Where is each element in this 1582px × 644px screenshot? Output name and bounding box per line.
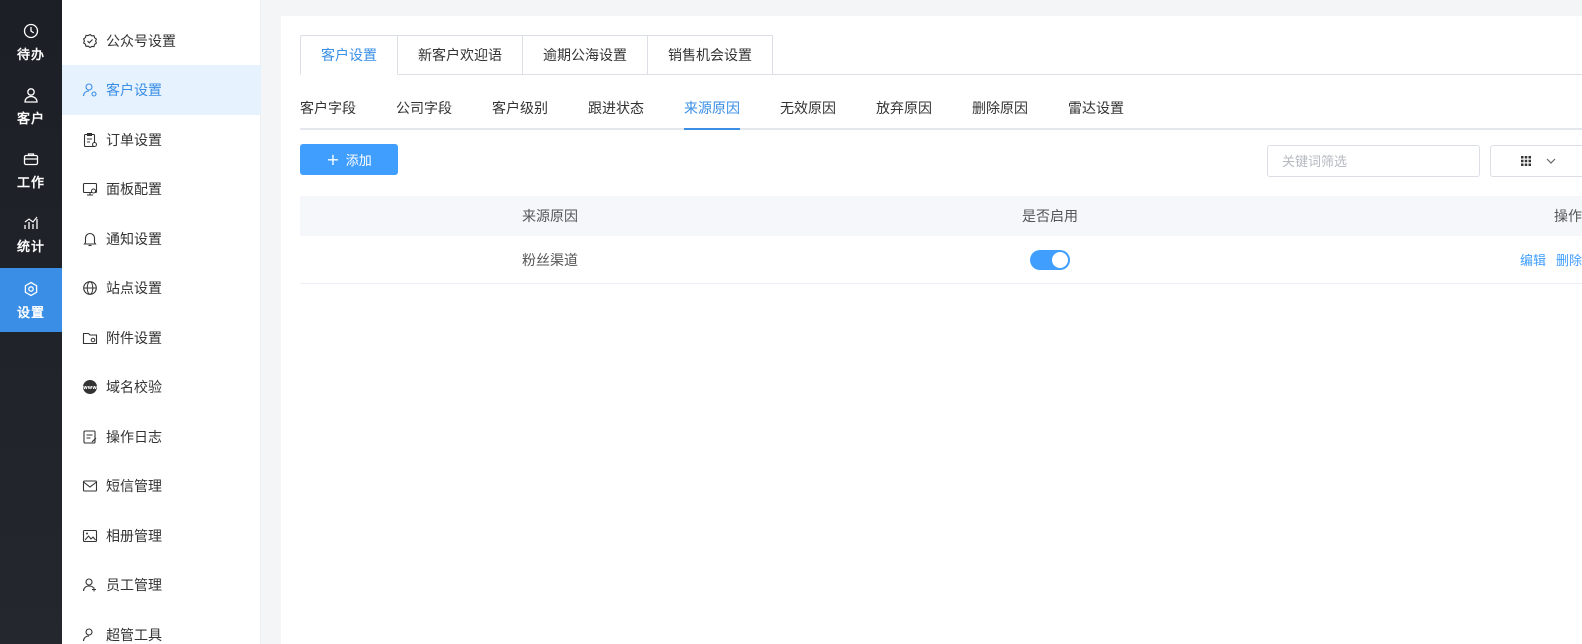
rail-item-label: 工作 [16,175,45,191]
sidebar-item-label: 公众号设置 [106,34,176,50]
sidebar-item-label: 超管工具 [106,628,162,644]
sidebar-item-admin-tools[interactable]: 超管工具 [62,610,261,644]
sidebar-item-attachment[interactable]: 附件设置 [62,313,261,363]
sidebar-item-order-settings[interactable]: 订单设置 [62,115,261,165]
sidebar-item-operation-log[interactable]: 操作日志 [62,412,261,462]
column-view-dropdown[interactable] [1490,145,1582,177]
tab-new-customer-welcome[interactable]: 新客户欢迎语 [398,35,523,75]
sidebar-item-label: 附件设置 [106,331,162,347]
sidebar-item-panel-config[interactable]: 面板配置 [62,164,261,214]
sidebar-item-label: 通知设置 [106,232,162,248]
table-header: 来源原因 是否启用 操作 [300,196,1582,236]
enabled-toggle[interactable] [1030,249,1070,270]
subtab-customer-level[interactable]: 客户级别 [492,98,548,128]
log-icon [83,430,97,444]
rail-item-label: 待办 [16,47,45,63]
bell-icon [83,232,97,247]
settings-sidebar: 公众号设置 客户设置 订单设置 面板配置 通知设置 站点设置 附件设置 www [62,0,261,644]
top-tab-bar: 客户设置 新客户欢迎语 逾期公海设置 销售机会设置 [300,35,773,75]
subtab-invalid-reason[interactable]: 无效原因 [780,98,836,128]
sidebar-item-site-settings[interactable]: 站点设置 [62,263,261,313]
tab-sales-opportunity-settings[interactable]: 销售机会设置 [648,35,773,75]
rail-item-work[interactable]: 工作 [0,138,62,202]
svg-text:www: www [83,385,97,391]
user-icon [24,87,38,103]
clipboard-icon [83,132,97,148]
cell-reason: 粉丝渠道 [522,252,578,269]
keyword-filter-input[interactable] [1267,145,1480,177]
monitor-icon [82,182,98,196]
rail-item-label: 设置 [16,305,45,321]
sidebar-item-notification[interactable]: 通知设置 [62,214,261,264]
folder-icon [82,332,98,345]
sidebar-item-label: 相册管理 [106,529,162,545]
image-icon [82,529,98,543]
sidebar-item-sms[interactable]: 短信管理 [62,461,261,511]
sidebar-item-label: 面板配置 [106,182,162,198]
edit-link[interactable]: 编辑 [1520,254,1546,269]
header-enabled: 是否启用 [1022,209,1078,225]
table-row: 粉丝渠道 编辑 删除 [300,236,1582,284]
main-panel: 客户设置 新客户欢迎语 逾期公海设置 销售机会设置 客户字段 公司字段 客户级别… [281,16,1582,644]
sidebar-item-label: 短信管理 [106,479,162,495]
gear-icon [24,281,38,296]
sidebar-item-label: 站点设置 [106,281,162,297]
tab-overdue-pool-settings[interactable]: 逾期公海设置 [523,35,648,75]
app-root: 待办 客户 工作 统计 设置 公众号设置 客户设置 订单设置 面板配置 通知设置… [0,0,1582,644]
subtab-follow-status[interactable]: 跟进状态 [588,98,644,128]
badge-check-icon [82,33,98,49]
add-button-label: 添加 [345,154,372,169]
rail-item-todo[interactable]: 待办 [0,10,62,74]
plus-icon: + [326,149,340,169]
delete-link[interactable]: 删除 [1556,254,1582,269]
sidebar-item-label: 订单设置 [106,133,162,149]
cell-actions: 编辑 删除 [1300,250,1582,269]
subtab-source-reason[interactable]: 来源原因 [684,98,740,130]
sidebar-item-label: 操作日志 [106,430,162,446]
rail-item-stats[interactable]: 统计 [0,202,62,266]
rail-item-label: 客户 [16,111,45,127]
subtab-company-fields[interactable]: 公司字段 [396,98,452,128]
chevron-down-icon [1546,158,1556,164]
sidebar-item-staff[interactable]: 员工管理 [62,560,261,610]
sub-tab-bar: 客户字段 公司字段 客户级别 跟进状态 来源原因 无效原因 放弃原因 删除原因 … [300,98,1582,130]
subtab-delete-reason[interactable]: 删除原因 [972,98,1028,128]
rail-item-customer[interactable]: 客户 [0,74,62,138]
user-settings-icon [82,83,97,97]
top-tab-divider [769,74,1582,75]
rail-item-settings[interactable]: 设置 [0,268,62,332]
rail-item-label: 统计 [16,239,45,255]
mail-icon [82,480,98,492]
sidebar-item-label: 客户设置 [106,83,162,99]
subtab-customer-fields[interactable]: 客户字段 [300,98,356,128]
grid-icon [1521,156,1531,166]
subtab-radar-settings[interactable]: 雷达设置 [1068,98,1124,128]
chart-icon [24,216,38,229]
globe-icon [83,281,97,295]
source-reason-table: 来源原因 是否启用 操作 粉丝渠道 编辑 删除 [300,196,1582,284]
briefcase-icon [23,152,39,165]
www-icon: www [83,380,97,394]
clock-icon [23,23,39,38]
tab-customer-settings[interactable]: 客户设置 [300,35,398,75]
sidebar-item-label: 域名校验 [106,380,162,396]
header-source-reason: 来源原因 [522,209,578,225]
sidebar-item-domain-verify[interactable]: www 域名校验 [62,362,261,412]
subtab-abandon-reason[interactable]: 放弃原因 [876,98,932,128]
user-manage-icon [82,578,96,592]
sidebar-item-wechat-account[interactable]: 公众号设置 [62,16,261,66]
sidebar-item-album[interactable]: 相册管理 [62,511,261,561]
add-button[interactable]: + 添加 [300,144,398,175]
cell-enabled [800,249,1300,270]
sidebar-item-customer-settings[interactable]: 客户设置 [62,65,261,115]
admin-icon [82,628,93,642]
header-actions: 操作 [1554,209,1582,225]
primary-rail: 待办 客户 工作 统计 设置 [0,0,62,644]
sidebar-item-label: 员工管理 [106,578,162,594]
